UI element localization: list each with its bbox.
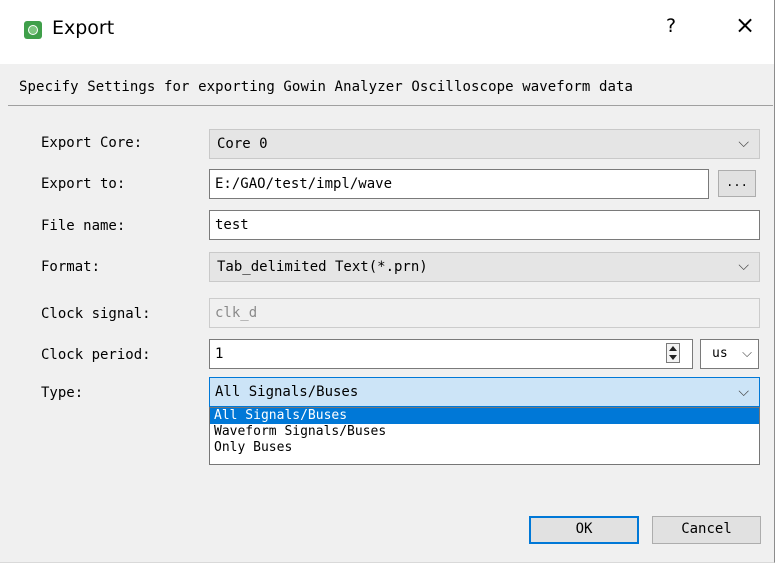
dialog-title: Export [52,17,115,39]
export-core-value: Core 0 [217,136,268,152]
spin-up-icon[interactable] [669,346,677,351]
close-button[interactable]: × [735,13,755,37]
title-bar: Export ? × [0,0,774,64]
type-label: Type: [41,385,84,401]
type-option-waveform-signals[interactable]: Waveform Signals/Buses [210,424,759,440]
chevron-down-icon: ⌵ [742,346,752,361]
type-option-only-buses[interactable]: Only Buses [210,440,759,456]
clock-period-spinner[interactable] [666,343,680,363]
file-name-input[interactable]: test [209,210,760,240]
type-select[interactable]: All Signals/Buses ⌵ [209,377,760,407]
chevron-down-icon: ⌵ [738,258,749,274]
format-select[interactable]: Tab_delimited Text(*.prn) ⌵ [209,252,760,282]
clock-period-input[interactable]: 1 [209,339,693,369]
cancel-button[interactable]: Cancel [652,516,761,544]
help-button[interactable]: ? [666,15,676,37]
browse-button[interactable]: ... [718,170,756,197]
type-option-all-signals[interactable]: All Signals/Buses [210,408,759,424]
type-value: All Signals/Buses [215,384,359,400]
export-core-label: Export Core: [41,135,143,151]
dialog-description: Specify Settings for exporting Gowin Ana… [19,79,634,95]
ok-button[interactable]: OK [529,516,639,544]
separator [8,105,773,106]
clock-signal-input: clk_d [209,298,760,328]
export-to-label: Export to: [41,176,126,192]
gowin-app-icon [24,21,42,39]
export-core-select[interactable]: Core 0 ⌵ [209,129,760,159]
clock-period-label: Clock period: [41,347,151,363]
format-label: Format: [41,259,101,275]
clock-unit-value: us [712,346,728,361]
file-name-label: File name: [41,218,126,234]
format-value: Tab_delimited Text(*.prn) [217,259,428,275]
chevron-down-icon: ⌵ [738,384,749,400]
clock-unit-select[interactable]: us ⌵ [700,339,759,369]
export-to-input[interactable]: E:/GAO/test/impl/wave [209,169,709,199]
clock-signal-label: Clock signal: [41,306,151,322]
chevron-down-icon: ⌵ [738,135,749,151]
export-dialog: Export ? × Specify Settings for exportin… [0,0,775,563]
spin-down-icon[interactable] [669,355,677,360]
type-dropdown-list: All Signals/Buses Waveform Signals/Buses… [209,407,760,465]
clock-period-value: 1 [215,346,224,362]
